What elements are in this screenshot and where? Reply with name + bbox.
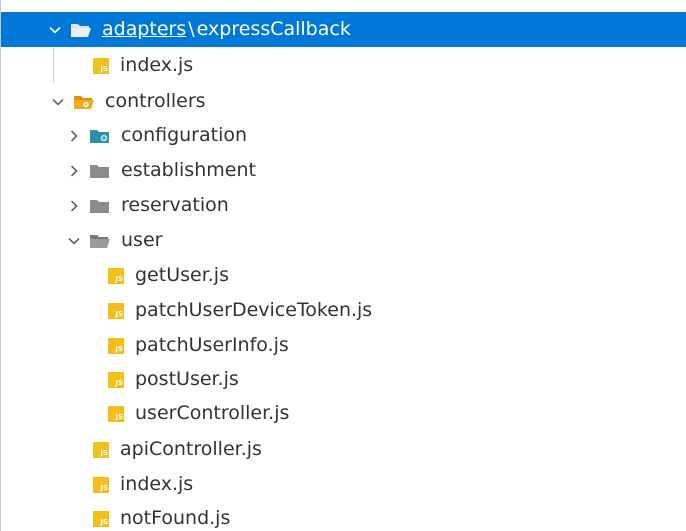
file-explorer-tree: adapters \ expressCallback JS index.js con…	[0, 0, 686, 531]
tree-item-label: apiController.js	[120, 438, 262, 460]
tree-item-notfound-js[interactable]: JS notFound.js	[1, 501, 686, 531]
folder-icon	[89, 163, 111, 179]
tree-item-label: notFound.js	[120, 507, 231, 529]
tree-item-label: patchUserDeviceToken.js	[135, 299, 373, 321]
folder-open-orange-icon	[73, 94, 95, 110]
js-file-icon: JS	[108, 302, 124, 319]
chevron-down-icon[interactable]	[44, 19, 66, 41]
tree-item-label: user	[121, 229, 163, 251]
tree-item-postuser-js[interactable]: JS postUser.js	[1, 362, 686, 397]
js-file-icon: JS	[108, 371, 124, 388]
js-file-icon: JS	[93, 476, 109, 493]
tree-item-index-js[interactable]: JS index.js	[1, 48, 686, 83]
folder-open-icon	[89, 233, 111, 249]
tree-item-label: establishment	[121, 159, 256, 181]
tree-item-patchuserinfo-js[interactable]: JS patchUserInfo.js	[1, 328, 686, 363]
tree-item-label: controllers	[105, 90, 206, 112]
folder-open-icon	[70, 22, 92, 38]
path-separator: \	[188, 18, 195, 40]
tree-item-user[interactable]: user	[1, 223, 686, 258]
tree-item-controllers[interactable]: controllers	[1, 84, 686, 119]
selected-item-path: adapters \ expressCallback	[102, 20, 351, 39]
tree-item-getuser-js[interactable]: JS getUser.js	[1, 258, 686, 293]
tree-item-usercontroller-js[interactable]: JS userController.js	[1, 396, 686, 431]
tree-item-establishment[interactable]: establishment	[1, 153, 686, 188]
tree-item-index-js[interactable]: JS index.js	[1, 467, 686, 502]
tree-item-apicontroller-js[interactable]: JS apiController.js	[1, 432, 686, 467]
tree-item-label: index.js	[120, 473, 194, 495]
chevron-right-icon[interactable]	[63, 195, 85, 217]
tree-item-patchuserdevicetoken-js[interactable]: JS patchUserDeviceToken.js	[1, 293, 686, 328]
tree-item-label: configuration	[121, 124, 248, 146]
js-file-icon: JS	[93, 57, 109, 74]
tree-item-label: getUser.js	[135, 264, 229, 286]
path-segment: expressCallback	[196, 18, 351, 40]
tree-item-label: reservation	[121, 194, 229, 216]
tree-item-label: patchUserInfo.js	[135, 334, 289, 356]
chevron-right-icon[interactable]	[63, 125, 85, 147]
tree-item-adapters-expresscallback[interactable]: adapters \ expressCallback	[1, 12, 686, 47]
js-file-icon: JS	[108, 337, 124, 354]
chevron-right-icon[interactable]	[63, 160, 85, 182]
chevron-down-icon[interactable]	[47, 91, 69, 113]
js-file-icon: JS	[93, 510, 109, 527]
tree-item-label: userController.js	[135, 402, 290, 424]
js-file-icon: JS	[108, 267, 124, 284]
tree-item-reservation[interactable]: reservation	[1, 188, 686, 223]
chevron-down-icon[interactable]	[63, 230, 85, 252]
folder-icon	[89, 198, 111, 214]
tree-item-label: postUser.js	[135, 368, 239, 390]
folder-config-icon	[89, 128, 111, 144]
js-file-icon: JS	[93, 441, 109, 458]
path-segment-link[interactable]: adapters	[102, 18, 186, 40]
tree-item-configuration[interactable]: configuration	[1, 118, 686, 153]
js-file-icon: JS	[108, 405, 124, 422]
tree-item-label: index.js	[120, 54, 194, 76]
